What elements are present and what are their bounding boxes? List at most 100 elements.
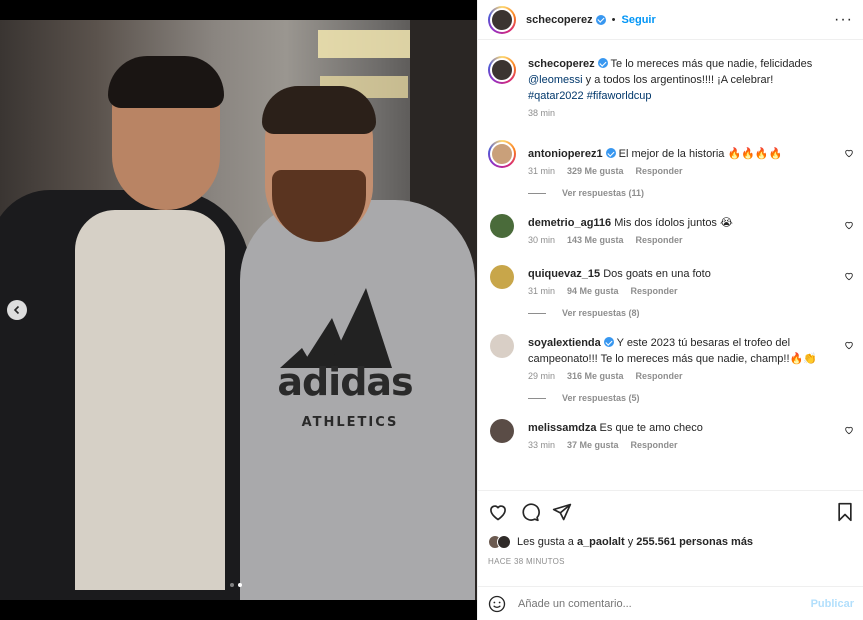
commenter-username[interactable]: quiquevaz_15 xyxy=(528,268,600,280)
hashtag-link[interactable]: #fifaworldcup xyxy=(587,90,652,102)
verified-icon xyxy=(597,58,608,68)
comment-meta: 29 min 316 Me gusta Responder xyxy=(528,371,828,381)
comment-time[interactable]: 31 min xyxy=(528,286,555,296)
comment-likes[interactable]: 94 Me gusta xyxy=(567,286,619,296)
caption-meta: 38 min xyxy=(528,108,828,118)
likes-prefix: Les gusta a xyxy=(517,536,574,548)
comment-text: Dos goats en una foto xyxy=(603,268,711,280)
comment-item: antonioperez1 El mejor de la historia 🔥🔥… xyxy=(488,140,854,176)
shirt-sub-text: ATHLETICS xyxy=(301,415,399,430)
chevron-left-icon xyxy=(13,305,20,315)
comment-heart-icon[interactable] xyxy=(844,148,854,158)
post-media[interactable]: adidas ATHLETICS xyxy=(0,0,477,620)
likes-summary[interactable]: Les gusta a a_paolalt y 255.561 personas… xyxy=(488,535,854,549)
commenter-username[interactable]: demetrio_ag116 xyxy=(528,217,611,229)
share-icon[interactable] xyxy=(552,502,572,522)
comment-input[interactable] xyxy=(518,597,811,610)
adidas-logo-icon xyxy=(280,288,392,368)
shirt-brand-text: adidas xyxy=(277,360,413,404)
comment-text: El mejor de la historia 🔥🔥🔥🔥 xyxy=(618,148,783,160)
reply-button[interactable]: Responder xyxy=(636,235,683,245)
caption-text: schecoperez Te lo mereces más que nadie,… xyxy=(528,56,828,104)
person-right-hair xyxy=(262,86,376,134)
post-sidebar: schecoperez • Seguir ··· schecoperez Te … xyxy=(477,0,863,620)
heart-icon[interactable] xyxy=(488,502,508,522)
reply-button[interactable]: Responder xyxy=(631,286,678,296)
caption-username[interactable]: schecoperez xyxy=(528,58,595,70)
bookmark-icon[interactable] xyxy=(836,502,854,522)
person-left-shirt xyxy=(75,210,225,590)
author-username[interactable]: schecoperez xyxy=(526,14,593,26)
comment-text: Es que te amo checo xyxy=(599,422,703,434)
caption-body: y a todos los argentinos!!!! ¡A celebrar… xyxy=(585,74,774,86)
carousel-dot xyxy=(230,583,234,587)
publish-button[interactable]: Publicar xyxy=(811,598,854,610)
reply-button[interactable]: Responder xyxy=(631,440,678,450)
comment-meta: 31 min 94 Me gusta Responder xyxy=(528,286,828,296)
verified-icon xyxy=(595,14,606,25)
commenter-username[interactable]: melissamdza xyxy=(528,422,596,434)
view-replies-label: Ver respuestas (11) xyxy=(562,188,645,198)
commenter-avatar[interactable] xyxy=(490,265,514,289)
comment-icon[interactable] xyxy=(520,502,540,522)
comment-time[interactable]: 30 min xyxy=(528,235,555,245)
view-replies-label: Ver respuestas (8) xyxy=(562,308,640,318)
comment-item: demetrio_ag116 Mis dos ídolos juntos 😭 3… xyxy=(488,212,854,245)
verified-icon xyxy=(603,337,614,347)
carousel-prev-button[interactable] xyxy=(7,300,27,320)
verified-icon xyxy=(605,148,616,158)
comment-item: quiquevaz_15 Dos goats en una foto 31 mi… xyxy=(488,263,854,296)
post-header: schecoperez • Seguir ··· xyxy=(478,0,863,40)
comment-likes[interactable]: 329 Me gusta xyxy=(567,166,624,176)
comment-time[interactable]: 31 min xyxy=(528,166,555,176)
liker-avatars xyxy=(488,535,511,549)
commenter-username[interactable]: soyalextienda xyxy=(528,337,601,349)
comment-time[interactable]: 29 min xyxy=(528,371,555,381)
comment-heart-icon[interactable] xyxy=(844,425,854,435)
action-bar xyxy=(488,501,854,523)
likes-count[interactable]: 255.561 personas más xyxy=(636,536,753,548)
mention-link[interactable]: @leomessi xyxy=(528,74,583,86)
comments-list[interactable]: schecoperez Te lo mereces más que nadie,… xyxy=(478,50,863,490)
comment-time[interactable]: 33 min xyxy=(528,440,555,450)
caption-body: Te lo mereces más que nadie, felicidades xyxy=(610,58,813,70)
carousel-dots xyxy=(230,583,242,587)
hashtag-link[interactable]: #qatar2022 xyxy=(528,90,584,102)
view-replies-button[interactable]: Ver respuestas (11) xyxy=(528,188,854,198)
follow-button[interactable]: Seguir xyxy=(622,14,656,26)
post-actions: Les gusta a a_paolalt y 255.561 personas… xyxy=(478,490,863,566)
reply-button[interactable]: Responder xyxy=(636,371,683,381)
comment-meta: 33 min 37 Me gusta Responder xyxy=(528,440,828,450)
more-options-icon[interactable]: ··· xyxy=(834,11,853,27)
reply-button[interactable]: Responder xyxy=(636,166,683,176)
liker-username[interactable]: a_paolalt xyxy=(577,536,625,548)
commenter-avatar[interactable] xyxy=(490,334,514,358)
commenter-username[interactable]: antonioperez1 xyxy=(528,148,603,160)
person-left-hair xyxy=(108,56,224,108)
comment-item: soyalextienda Y este 2023 tú besaras el … xyxy=(488,332,854,381)
comment-heart-icon[interactable] xyxy=(844,271,854,281)
author-avatar[interactable] xyxy=(488,5,516,34)
replies-line xyxy=(528,192,546,194)
replies-line xyxy=(528,397,546,399)
comment-item: melissamdza Es que te amo checo 33 min 3… xyxy=(488,417,854,450)
comment-heart-icon[interactable] xyxy=(844,220,854,230)
avatar xyxy=(497,535,511,549)
post-timestamp[interactable]: HACE 38 MINUTOS xyxy=(488,557,854,566)
commenter-avatar[interactable] xyxy=(490,214,514,238)
comment-likes[interactable]: 37 Me gusta xyxy=(567,440,619,450)
replies-line xyxy=(528,312,546,314)
view-replies-button[interactable]: Ver respuestas (8) xyxy=(528,308,854,318)
comment-heart-icon[interactable] xyxy=(844,340,854,350)
emoji-icon[interactable] xyxy=(488,595,506,613)
commenter-avatar[interactable] xyxy=(488,140,516,168)
comment-likes[interactable]: 143 Me gusta xyxy=(567,235,624,245)
separator-dot: • xyxy=(611,13,616,26)
author-avatar[interactable] xyxy=(488,56,516,84)
comment-meta: 31 min 329 Me gusta Responder xyxy=(528,166,828,176)
view-replies-button[interactable]: Ver respuestas (5) xyxy=(528,393,854,403)
comment-likes[interactable]: 316 Me gusta xyxy=(567,371,624,381)
caption-time[interactable]: 38 min xyxy=(528,108,555,118)
commenter-avatar[interactable] xyxy=(490,419,514,443)
add-comment-bar: Publicar xyxy=(478,586,863,620)
